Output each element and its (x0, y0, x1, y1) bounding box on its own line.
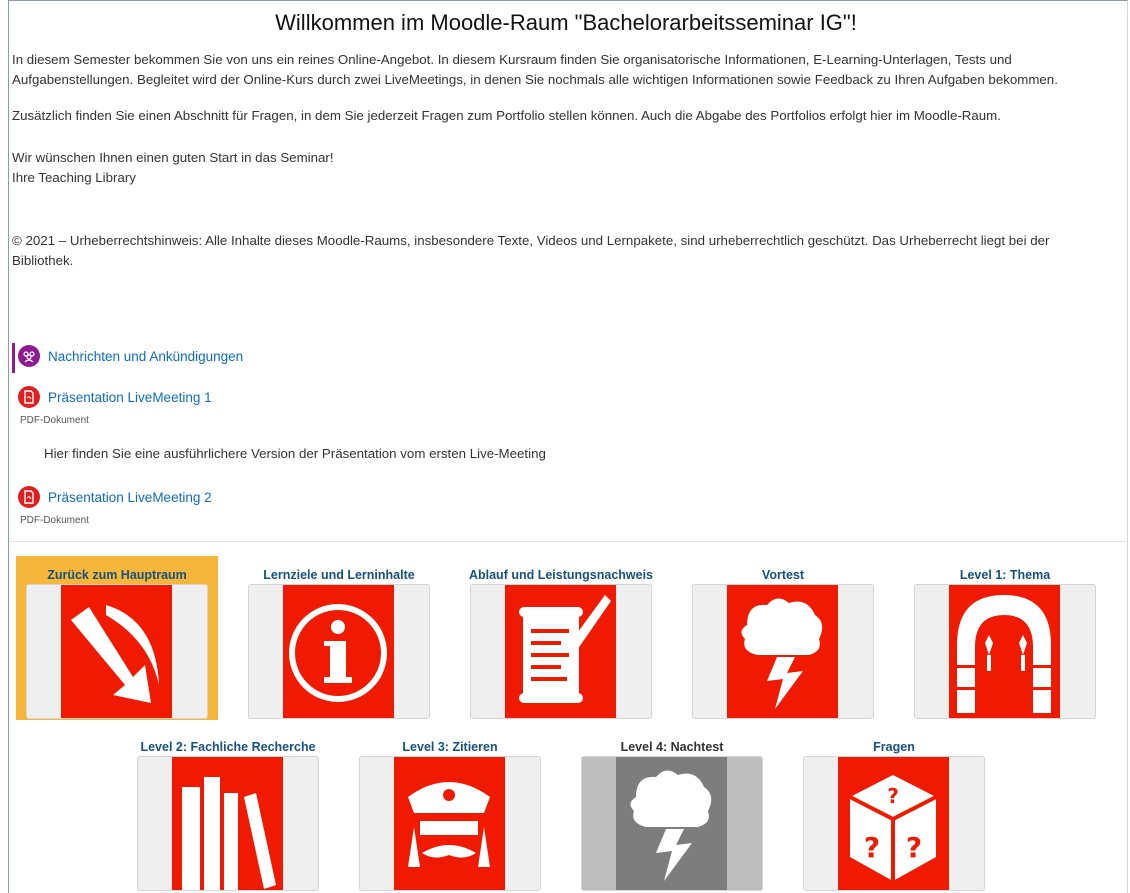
intro-signature: Ihre Teaching Library (12, 170, 136, 185)
svg-text:?: ? (906, 831, 922, 864)
svg-text:?: ? (887, 784, 899, 808)
tile-schedule[interactable]: Ablauf und Leistungsnachweis (460, 556, 662, 720)
tile-questions[interactable]: Fragen ??? (793, 728, 995, 892)
intro-greeting: Wir wünschen Ihnen einen guten Start in … (12, 150, 334, 165)
intro-paragraph-1: In diesem Semester bekommen Sie von uns … (12, 52, 1058, 87)
police-officer-icon (394, 757, 505, 890)
tile-image-frame (137, 756, 319, 891)
tile-title: Vortest (761, 568, 805, 582)
intro-paragraph-2: Zusätzlich finden Sie einen Abschnitt fü… (12, 108, 1001, 123)
brain-lightning-icon (616, 757, 727, 890)
tile-title: Level 2: Fachliche Recherche (140, 740, 316, 754)
forum-icon (18, 345, 40, 367)
pdf-icon (18, 386, 40, 408)
tile-title: Level 3: Zitieren (402, 740, 498, 754)
tile-image-frame (581, 756, 763, 891)
scroll-quill-icon (505, 585, 616, 718)
tile-title: Ablauf und Leistungsnachweis (468, 568, 654, 582)
tile-level-2[interactable]: Level 2: Fachliche Recherche (127, 728, 329, 892)
activity-forum[interactable]: Nachrichten und Ankündigungen (18, 345, 243, 367)
brain-lightning-icon (727, 585, 838, 718)
tile-learning-goals[interactable]: Lernziele und Lerninhalte (238, 556, 440, 720)
tile-image-frame (359, 756, 541, 891)
info-icon (283, 585, 394, 718)
tile-title: Fragen (873, 740, 915, 754)
tile-image-frame (248, 584, 430, 719)
section-divider (10, 541, 1126, 542)
forum-link[interactable]: Nachrichten und Ankündigungen (48, 349, 243, 364)
pdf-icon (18, 486, 40, 508)
tile-back-to-main[interactable]: Zurück zum Hauptraum (16, 556, 218, 720)
pdf-description-1: Hier finden Sie eine ausführlichere Vers… (44, 446, 546, 461)
pdf-link-2[interactable]: Präsentation LiveMeeting 2 (48, 490, 212, 505)
pdf-type-label-2: PDF-Dokument (20, 515, 89, 526)
tile-pretest[interactable]: Vortest (682, 556, 884, 720)
arrow-down-right-icon (61, 585, 172, 718)
tile-title: Zurück zum Hauptraum (47, 568, 187, 582)
pdf-type-label-1: PDF-Dokument (20, 415, 89, 426)
tile-level-1[interactable]: Level 1: Thema (904, 556, 1106, 720)
tile-level-4: Level 4: Nachtest (571, 728, 773, 892)
arch-torches-icon (949, 585, 1060, 718)
tile-image-frame (26, 584, 208, 719)
copyright-notice: © 2021 – Urheberrechtshinweis: Alle Inha… (12, 233, 1050, 268)
tile-image-frame (692, 584, 874, 719)
activity-pdf-2[interactable]: Präsentation LiveMeeting 2 (18, 486, 212, 508)
tile-image-frame (914, 584, 1096, 719)
page-title: Willkommen im Moodle-Raum "Bachelorarbei… (275, 10, 857, 35)
tile-image-frame: ??? (803, 756, 985, 891)
activity-pdf-1[interactable]: Präsentation LiveMeeting 1 (18, 386, 212, 408)
tile-title: Level 4: Nachtest (620, 740, 724, 754)
tile-title: Level 1: Thema (959, 568, 1051, 582)
question-dice-icon: ??? (838, 757, 949, 890)
forum-highlight-bar (12, 343, 15, 373)
tile-image-frame (470, 584, 652, 719)
tile-title: Lernziele und Lerninhalte (263, 568, 415, 582)
tile-level-3[interactable]: Level 3: Zitieren (349, 728, 551, 892)
books-icon (172, 757, 283, 890)
pdf-link-1[interactable]: Präsentation LiveMeeting 1 (48, 390, 212, 405)
svg-text:?: ? (864, 831, 880, 864)
